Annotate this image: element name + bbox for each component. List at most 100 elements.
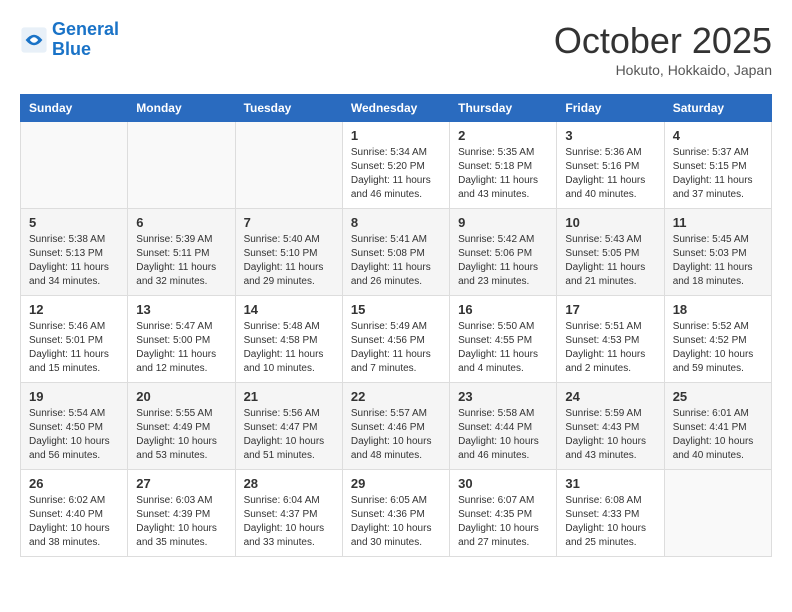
day-number: 22 [351,389,441,404]
day-number: 30 [458,476,548,491]
day-number: 20 [136,389,226,404]
calendar-cell: 31 Sunrise: 6:08 AM Sunset: 4:33 PM Dayli… [557,470,664,557]
calendar-cell: 20Sunrise: 5:55 AM Sunset: 4:49 PM Dayli… [128,383,235,470]
day-number: 10 [565,215,655,230]
calendar-cell [235,122,342,209]
day-info: Sunrise: 5:51 AM Sunset: 4:53 PM Dayligh… [565,320,655,376]
calendar-table: SundayMondayTuesdayWednesdayThursdayFrid… [20,94,772,557]
day-info: Sunrise: 5:54 AM Sunset: 4:50 PM Dayligh… [29,407,119,463]
day-number: 27 [136,476,226,491]
calendar-cell: 10Sunrise: 5:43 AM Sunset: 5:05 PM Dayli… [557,209,664,296]
title-block: October 2025 Hokuto, Hokkaido, Japan [554,20,772,78]
calendar-cell: 13 Sunrise: 5:47 AM Sunset: 5:00 PM Dayli… [128,296,235,383]
day-number: 17 [565,302,655,317]
day-number: 13 [136,302,226,317]
day-number: 14 [244,302,334,317]
calendar-week-row: 12 Sunrise: 5:46 AM Sunset: 5:01 PM Dayli… [21,296,772,383]
calendar-week-row: 5Sunrise: 5:38 AM Sunset: 5:13 PM Daylig… [21,209,772,296]
logo: General Blue [20,20,119,60]
day-number: 23 [458,389,548,404]
day-number: 1 [351,128,441,143]
weekday-header-saturday: Saturday [664,95,771,122]
day-info: Sunrise: 5:35 AM Sunset: 5:18 PM Dayligh… [458,146,548,202]
day-number: 12 [29,302,119,317]
day-number: 16 [458,302,548,317]
day-number: 21 [244,389,334,404]
weekday-header-monday: Monday [128,95,235,122]
day-info: Sunrise: 5:50 AM Sunset: 4:55 PM Dayligh… [458,320,548,376]
calendar-cell: 6Sunrise: 5:39 AM Sunset: 5:11 PM Daylig… [128,209,235,296]
calendar-cell: 5Sunrise: 5:38 AM Sunset: 5:13 PM Daylig… [21,209,128,296]
day-number: 9 [458,215,548,230]
calendar-week-row: 26 Sunrise: 6:02 AM Sunset: 4:40 PM Dayli… [21,470,772,557]
calendar-cell: 2 Sunrise: 5:35 AM Sunset: 5:18 PM Daylig… [450,122,557,209]
day-number: 4 [673,128,763,143]
day-info: Sunrise: 6:08 AM Sunset: 4:33 PM Dayligh… [565,494,655,550]
day-info: Sunrise: 5:45 AM Sunset: 5:03 PM Dayligh… [673,233,763,289]
day-number: 5 [29,215,119,230]
day-number: 28 [244,476,334,491]
calendar-cell: 22 Sunrise: 5:57 AM Sunset: 4:46 PM Dayli… [342,383,449,470]
day-info: Sunrise: 5:58 AM Sunset: 4:44 PM Dayligh… [458,407,548,463]
calendar-cell: 21Sunrise: 5:56 AM Sunset: 4:47 PM Dayli… [235,383,342,470]
calendar-cell: 14 Sunrise: 5:48 AM Sunset: 4:58 PM Dayli… [235,296,342,383]
weekday-header-sunday: Sunday [21,95,128,122]
day-number: 2 [458,128,548,143]
day-info: Sunrise: 5:40 AM Sunset: 5:10 PM Dayligh… [244,233,334,289]
calendar-cell: 16 Sunrise: 5:50 AM Sunset: 4:55 PM Dayli… [450,296,557,383]
day-number: 3 [565,128,655,143]
calendar-header-row: SundayMondayTuesdayWednesdayThursdayFrid… [21,95,772,122]
calendar-week-row: 19Sunrise: 5:54 AM Sunset: 4:50 PM Dayli… [21,383,772,470]
day-number: 29 [351,476,441,491]
calendar-cell: 9 Sunrise: 5:42 AM Sunset: 5:06 PM Daylig… [450,209,557,296]
day-info: Sunrise: 5:49 AM Sunset: 4:56 PM Dayligh… [351,320,441,376]
day-number: 8 [351,215,441,230]
calendar-cell: 3 Sunrise: 5:36 AM Sunset: 5:16 PM Daylig… [557,122,664,209]
page-header: General Blue October 2025 Hokuto, Hokkai… [20,20,772,78]
calendar-cell: 11Sunrise: 5:45 AM Sunset: 5:03 PM Dayli… [664,209,771,296]
day-number: 18 [673,302,763,317]
day-info: Sunrise: 6:05 AM Sunset: 4:36 PM Dayligh… [351,494,441,550]
day-info: Sunrise: 5:59 AM Sunset: 4:43 PM Dayligh… [565,407,655,463]
logo-icon [20,26,48,54]
day-info: Sunrise: 5:41 AM Sunset: 5:08 PM Dayligh… [351,233,441,289]
day-number: 24 [565,389,655,404]
day-info: Sunrise: 5:52 AM Sunset: 4:52 PM Dayligh… [673,320,763,376]
calendar-cell: 28 Sunrise: 6:04 AM Sunset: 4:37 PM Dayli… [235,470,342,557]
day-number: 7 [244,215,334,230]
weekday-header-thursday: Thursday [450,95,557,122]
calendar-cell: 25 Sunrise: 6:01 AM Sunset: 4:41 PM Dayli… [664,383,771,470]
day-info: Sunrise: 5:47 AM Sunset: 5:00 PM Dayligh… [136,320,226,376]
day-info: Sunrise: 5:42 AM Sunset: 5:06 PM Dayligh… [458,233,548,289]
day-info: Sunrise: 6:07 AM Sunset: 4:35 PM Dayligh… [458,494,548,550]
calendar-cell: 1Sunrise: 5:34 AM Sunset: 5:20 PM Daylig… [342,122,449,209]
calendar-cell [664,470,771,557]
calendar-cell [21,122,128,209]
calendar-cell: 12 Sunrise: 5:46 AM Sunset: 5:01 PM Dayli… [21,296,128,383]
calendar-week-row: 1Sunrise: 5:34 AM Sunset: 5:20 PM Daylig… [21,122,772,209]
day-info: Sunrise: 6:02 AM Sunset: 4:40 PM Dayligh… [29,494,119,550]
day-number: 26 [29,476,119,491]
calendar-cell: 27 Sunrise: 6:03 AM Sunset: 4:39 PM Dayli… [128,470,235,557]
day-info: Sunrise: 6:03 AM Sunset: 4:39 PM Dayligh… [136,494,226,550]
day-info: Sunrise: 6:01 AM Sunset: 4:41 PM Dayligh… [673,407,763,463]
day-info: Sunrise: 5:46 AM Sunset: 5:01 PM Dayligh… [29,320,119,376]
calendar-cell: 8 Sunrise: 5:41 AM Sunset: 5:08 PM Daylig… [342,209,449,296]
month-title: October 2025 [554,20,772,62]
day-number: 25 [673,389,763,404]
calendar-cell: 17 Sunrise: 5:51 AM Sunset: 4:53 PM Dayli… [557,296,664,383]
calendar-cell: 29 Sunrise: 6:05 AM Sunset: 4:36 PM Dayli… [342,470,449,557]
calendar-cell: 4Sunrise: 5:37 AM Sunset: 5:15 PM Daylig… [664,122,771,209]
day-info: Sunrise: 6:04 AM Sunset: 4:37 PM Dayligh… [244,494,334,550]
location: Hokuto, Hokkaido, Japan [554,62,772,78]
weekday-header-wednesday: Wednesday [342,95,449,122]
day-info: Sunrise: 5:48 AM Sunset: 4:58 PM Dayligh… [244,320,334,376]
day-info: Sunrise: 5:57 AM Sunset: 4:46 PM Dayligh… [351,407,441,463]
calendar-cell: 19Sunrise: 5:54 AM Sunset: 4:50 PM Dayli… [21,383,128,470]
day-number: 31 [565,476,655,491]
day-number: 6 [136,215,226,230]
calendar-cell: 18 Sunrise: 5:52 AM Sunset: 4:52 PM Dayli… [664,296,771,383]
calendar-cell: 26 Sunrise: 6:02 AM Sunset: 4:40 PM Dayli… [21,470,128,557]
day-info: Sunrise: 5:36 AM Sunset: 5:16 PM Dayligh… [565,146,655,202]
day-number: 15 [351,302,441,317]
